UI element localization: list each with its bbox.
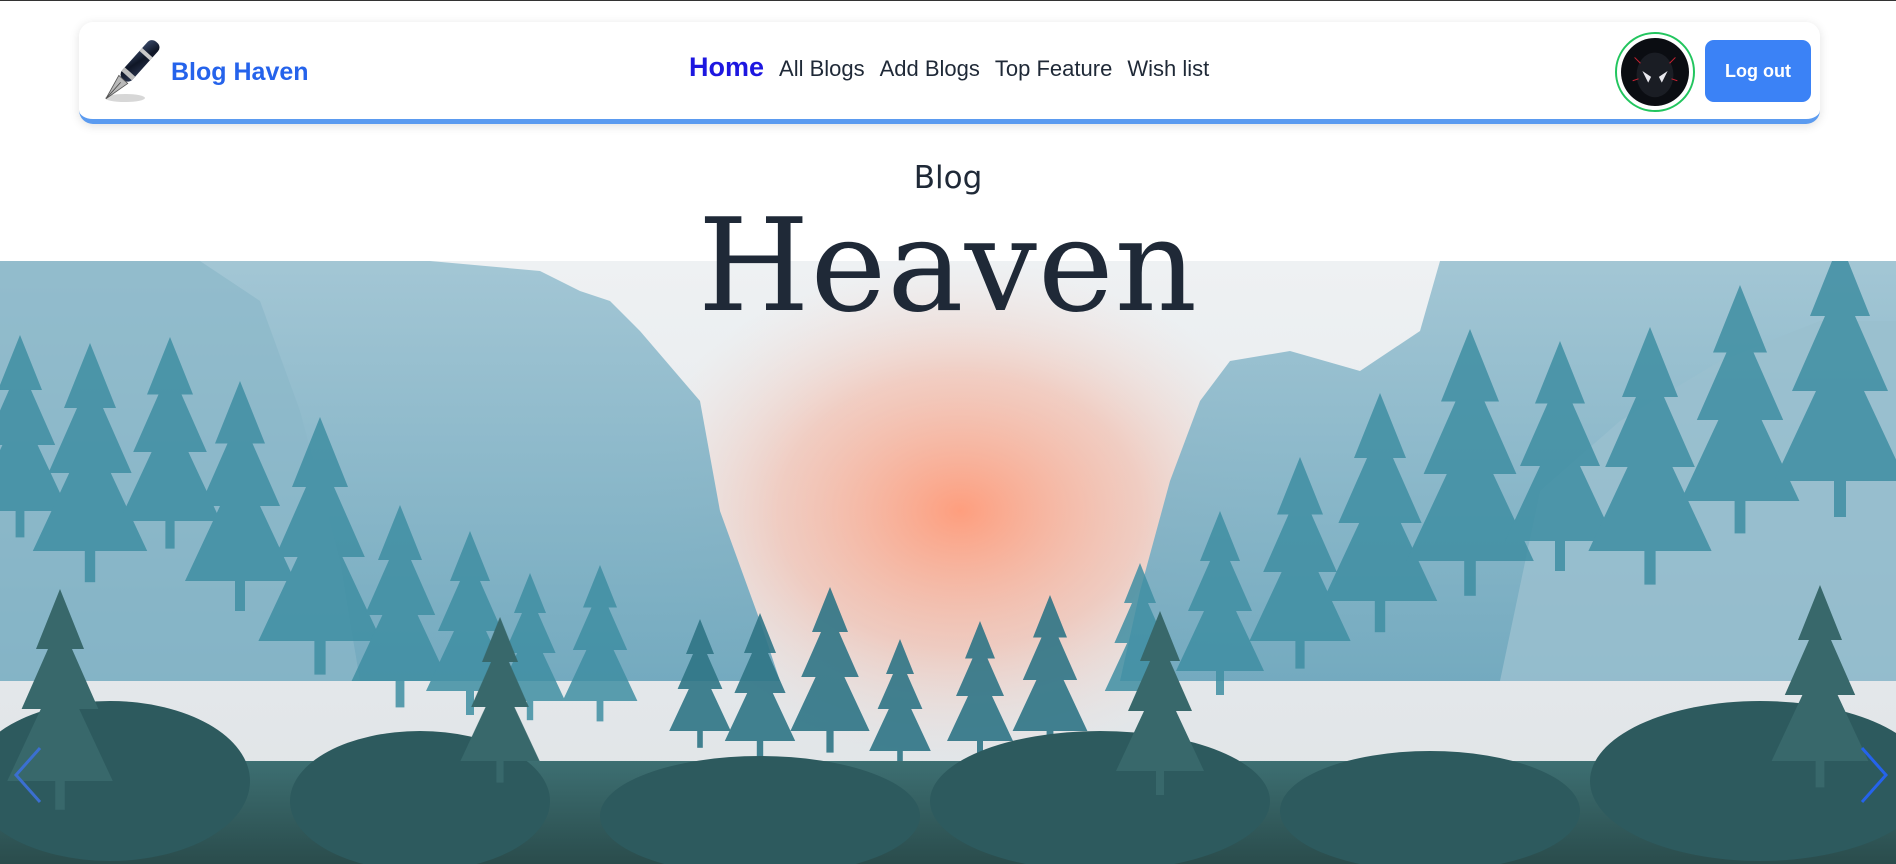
- hero-landscape-image: [0, 261, 1896, 864]
- brand-name: Blog Haven: [171, 57, 309, 86]
- hero-title: Heaven: [697, 192, 1199, 341]
- avatar-image: [1621, 38, 1689, 106]
- nav-link-wish-list[interactable]: Wish list: [1127, 56, 1209, 82]
- navbar: Blog Haven Home All Blogs Add Blogs Top …: [79, 22, 1820, 124]
- nav-link-home[interactable]: Home: [689, 52, 764, 83]
- hero-subtitle: Blog: [913, 160, 983, 196]
- top-border: [0, 0, 1896, 1]
- nav-link-add-blogs[interactable]: Add Blogs: [880, 56, 980, 82]
- fountain-pen-icon: [105, 40, 160, 102]
- chevron-right-icon: [1860, 747, 1889, 803]
- main-nav: Home All Blogs Add Blogs Top Feature Wis…: [689, 52, 1224, 83]
- brand[interactable]: Blog Haven: [97, 34, 309, 110]
- nav-link-top-feature[interactable]: Top Feature: [995, 56, 1112, 82]
- nav-link-all-blogs[interactable]: All Blogs: [779, 56, 865, 82]
- carousel-prev-button[interactable]: [10, 740, 50, 810]
- hero-carousel: [0, 261, 1896, 864]
- logout-button[interactable]: Log out: [1705, 40, 1811, 102]
- carousel-next-button[interactable]: [1852, 740, 1892, 810]
- user-avatar[interactable]: [1615, 32, 1695, 112]
- chevron-left-icon: [13, 747, 42, 803]
